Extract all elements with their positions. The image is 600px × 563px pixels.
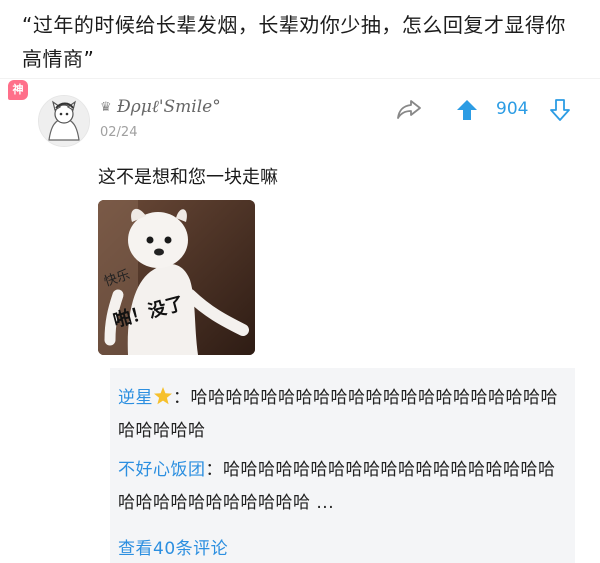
view-more-comments-link[interactable]: 查看40条评论 [118,534,228,559]
reply-item: 不好心饭团：哈哈哈哈哈哈哈哈哈哈哈哈哈哈哈哈哈哈哈哈哈哈哈哈哈哈哈哈哈哈 ... [118,454,558,520]
meme-image[interactable]: 快乐 啪！没了 [98,200,255,355]
post-question: “过年的时候给长辈发烟，长辈劝你少抽，怎么回复才显得你高情商” [22,13,566,71]
divider [0,78,600,79]
comment-date: 02/24 [100,125,138,140]
user-level-icon: ♛ [100,100,112,115]
upvote-count: 904 [496,99,529,119]
reply-author[interactable]: 逆星 [118,388,153,408]
share-icon[interactable] [396,98,422,120]
god-comment-badge: 神 [8,80,28,100]
reply-preview-box[interactable]: 逆星 ：哈哈哈哈哈哈哈哈哈哈哈哈哈哈哈哈哈哈哈哈哈哈哈哈哈哈 不好心饭团：哈哈哈哈… [110,368,575,563]
reply-author[interactable]: 不好心饭团 [118,460,206,480]
upvote-icon[interactable] [456,98,478,122]
reply-separator: ： [205,460,223,480]
reply-separator: ： [173,388,191,408]
star-icon [154,387,172,405]
reply-item: 逆星 ：哈哈哈哈哈哈哈哈哈哈哈哈哈哈哈哈哈哈哈哈哈哈哈哈哈哈 [118,382,558,448]
username[interactable]: Ðρμℓ'Smile° [117,97,221,117]
avatar[interactable] [38,95,90,147]
comment-text: 这不是想和您一块走嘛 [98,167,278,188]
downvote-icon[interactable] [550,98,570,122]
